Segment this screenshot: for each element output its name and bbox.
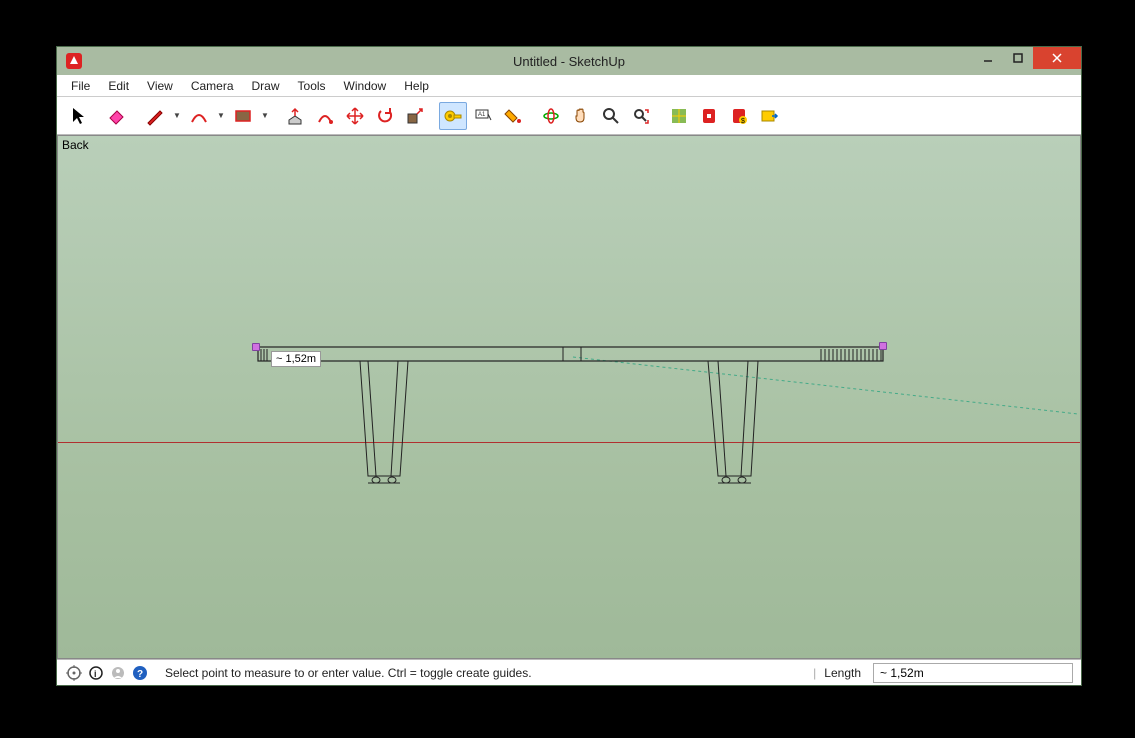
zoom-extents-tool[interactable] — [627, 102, 655, 130]
endpoint-left — [252, 343, 260, 351]
menu-edit[interactable]: Edit — [100, 77, 137, 95]
pencil-tool[interactable] — [141, 102, 169, 130]
endpoint-right — [879, 342, 887, 350]
titlebar: Untitled - SketchUp — [57, 47, 1081, 75]
select-tool[interactable] — [65, 102, 93, 130]
status-divider: | — [813, 666, 816, 680]
svg-text:?: ? — [137, 669, 143, 680]
pencil-dropdown[interactable]: ▼ — [171, 111, 183, 120]
menu-file[interactable]: File — [63, 77, 98, 95]
toolbar: ▼ ▼ ▼ A1 $ — [57, 97, 1081, 135]
viewport[interactable]: Back — [57, 135, 1081, 659]
svg-text:i: i — [94, 669, 97, 679]
status-message: Select point to measure to or enter valu… — [165, 666, 805, 680]
add-location-tool[interactable] — [665, 102, 693, 130]
menu-tools[interactable]: Tools — [290, 77, 334, 95]
length-input[interactable] — [873, 663, 1073, 683]
rotate-tool[interactable] — [371, 102, 399, 130]
view-label: Back — [62, 138, 89, 152]
measurement-tooltip: ~ 1,52m — [271, 351, 321, 367]
pushpull-tool[interactable] — [281, 102, 309, 130]
menu-window[interactable]: Window — [336, 77, 395, 95]
upload-model-tool[interactable]: $ — [725, 102, 753, 130]
move-tool[interactable] — [341, 102, 369, 130]
pan-tool[interactable] — [567, 102, 595, 130]
text-tool[interactable]: A1 — [469, 102, 497, 130]
paint-bucket-tool[interactable] — [499, 102, 527, 130]
tape-measure-tool[interactable] — [439, 102, 467, 130]
menu-view[interactable]: View — [139, 77, 181, 95]
svg-text:A1: A1 — [478, 112, 486, 118]
user-icon[interactable] — [109, 664, 127, 682]
app-window: Untitled - SketchUp File Edit View Camer… — [56, 46, 1082, 686]
arc-dropdown[interactable]: ▼ — [215, 111, 227, 120]
model-drawing — [58, 136, 1081, 659]
orbit-tool[interactable] — [537, 102, 565, 130]
horizon-line — [58, 442, 1080, 443]
svg-text:$: $ — [741, 118, 745, 125]
zoom-tool[interactable] — [597, 102, 625, 130]
eraser-tool[interactable] — [103, 102, 131, 130]
maximize-button[interactable] — [1003, 47, 1033, 69]
menu-camera[interactable]: Camera — [183, 77, 242, 95]
rectangle-dropdown[interactable]: ▼ — [259, 111, 271, 120]
status-icons: i ? — [65, 664, 149, 682]
minimize-button[interactable] — [973, 47, 1003, 69]
menu-draw[interactable]: Draw — [244, 77, 288, 95]
extensions-tool[interactable] — [755, 102, 783, 130]
followme-tool[interactable] — [311, 102, 339, 130]
help-icon[interactable]: ? — [131, 664, 149, 682]
arc-tool[interactable] — [185, 102, 213, 130]
window-controls — [973, 47, 1081, 69]
menubar: File Edit View Camera Draw Tools Window … — [57, 75, 1081, 97]
credits-icon[interactable]: i — [87, 664, 105, 682]
menu-help[interactable]: Help — [396, 77, 437, 95]
close-button[interactable] — [1033, 47, 1081, 69]
get-models-tool[interactable] — [695, 102, 723, 130]
rectangle-tool[interactable] — [229, 102, 257, 130]
window-title: Untitled - SketchUp — [513, 54, 625, 69]
scale-tool[interactable] — [401, 102, 429, 130]
geolocation-icon[interactable] — [65, 664, 83, 682]
statusbar: i ? Select point to measure to or enter … — [57, 659, 1081, 685]
length-label: Length — [824, 666, 861, 680]
app-icon — [63, 50, 85, 72]
